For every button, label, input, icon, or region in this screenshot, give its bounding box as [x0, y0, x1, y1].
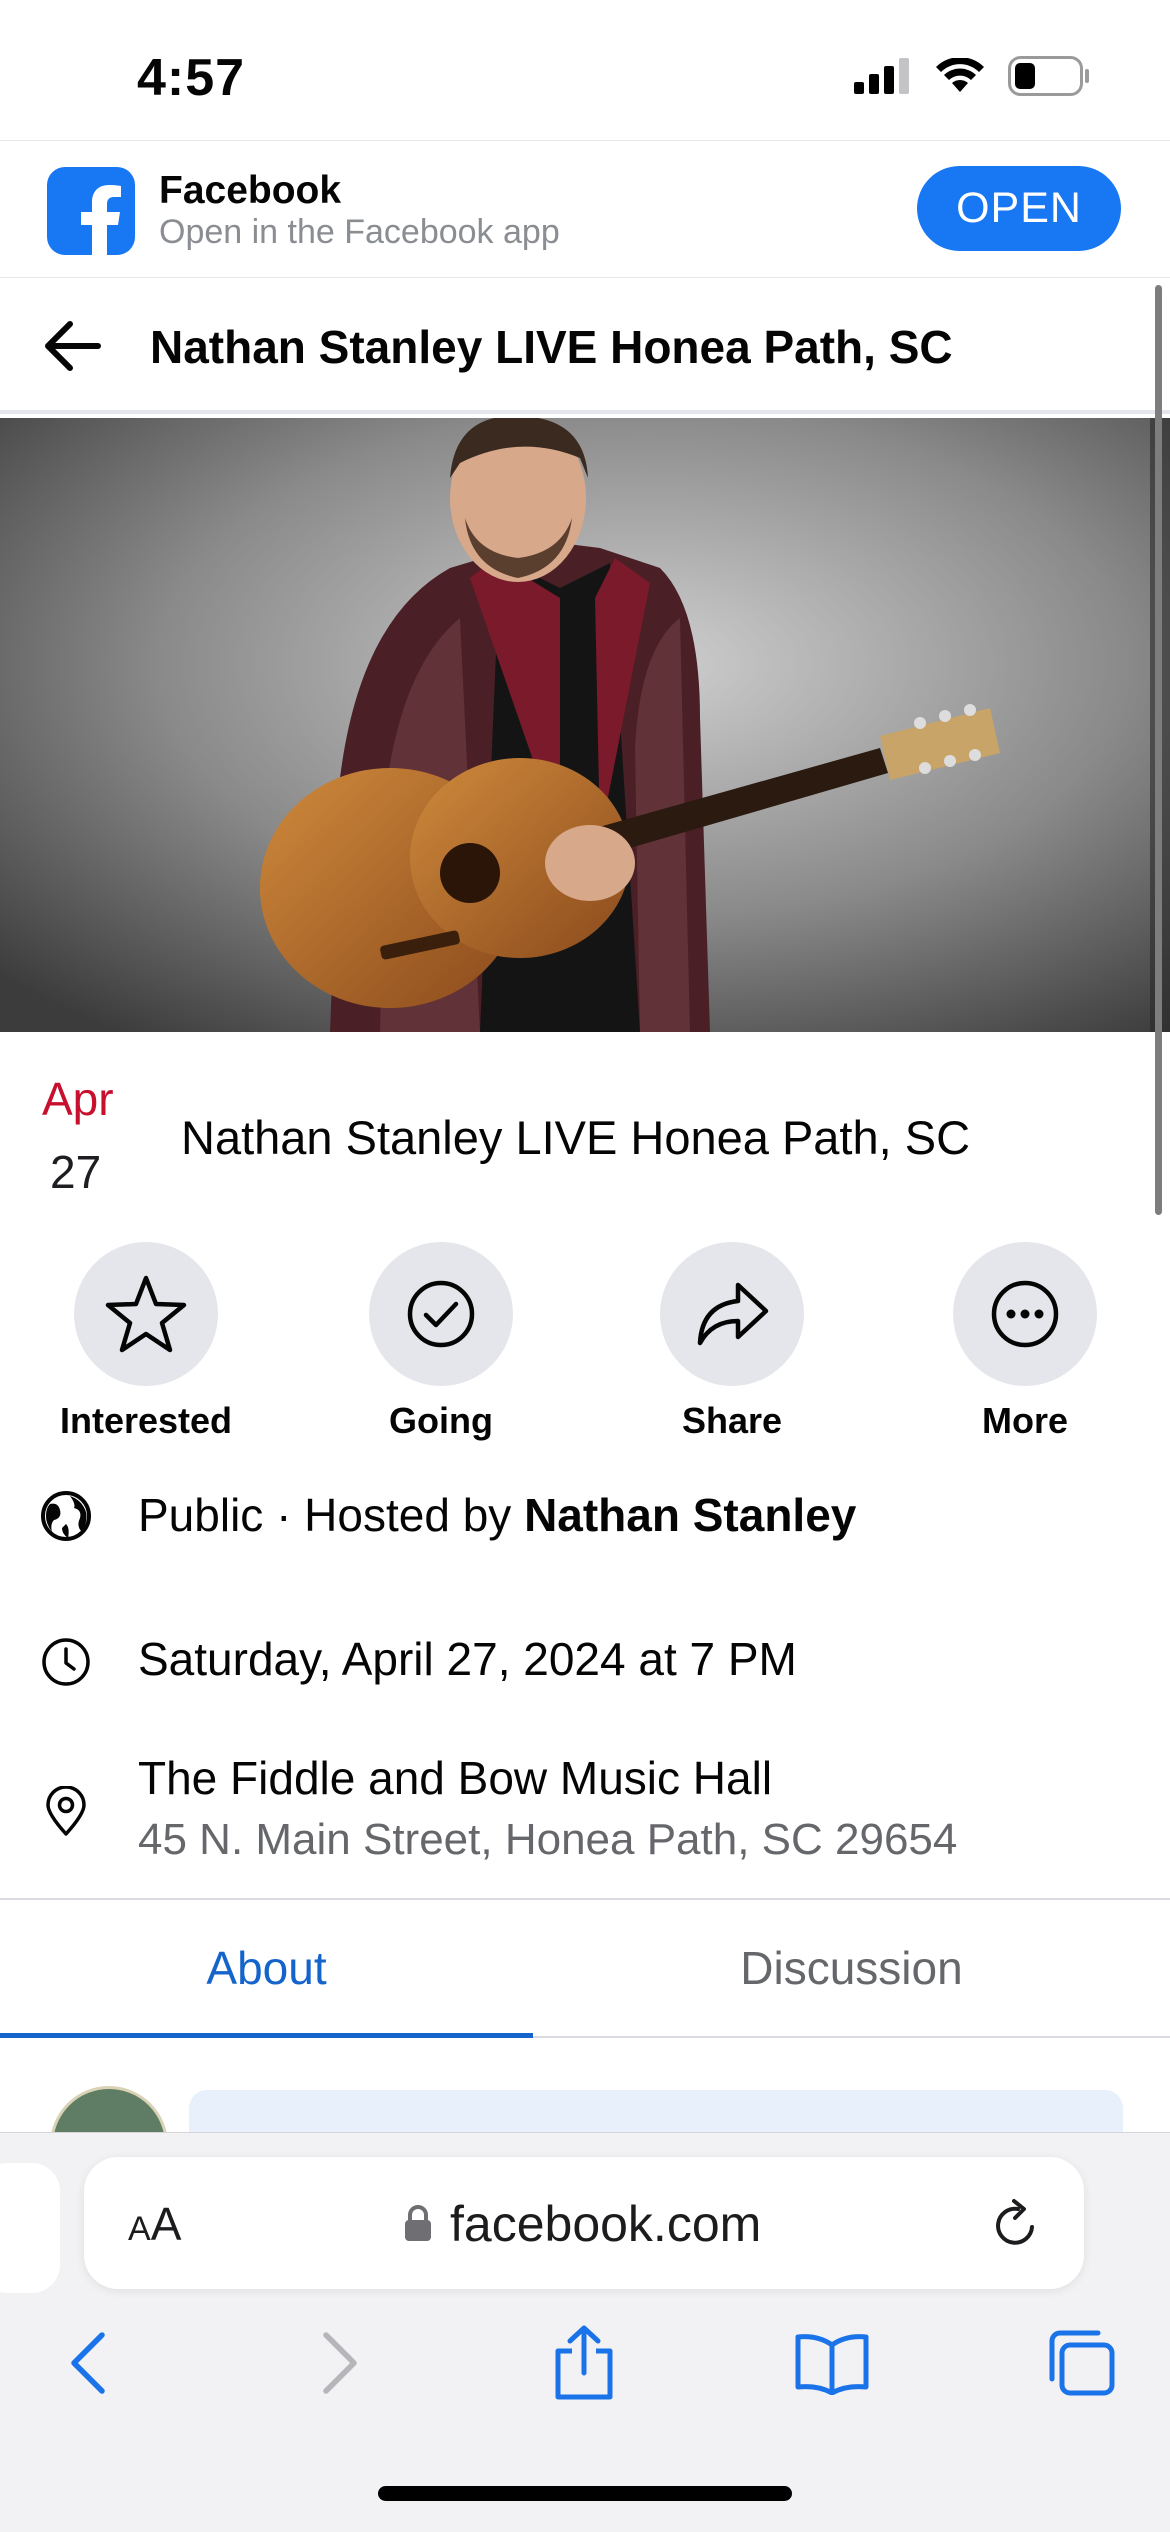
bookmarks-icon[interactable] — [792, 2323, 872, 2403]
page-header: Nathan Stanley LIVE Honea Path, SC — [0, 278, 1170, 414]
banner-subtitle: Open in the Facebook app — [159, 213, 560, 251]
event-date-month: Apr — [42, 1073, 114, 1125]
wifi-icon — [936, 58, 984, 92]
browser-toolbar: AA facebook.com — [0, 2132, 1170, 2532]
address-bar[interactable]: AA facebook.com — [84, 2157, 1084, 2289]
page-scrollbar[interactable] — [1155, 285, 1162, 1215]
share-sheet-icon[interactable] — [544, 2323, 624, 2403]
text-size-small-a: A — [128, 2210, 151, 2248]
tab-about[interactable]: About — [0, 1900, 533, 2036]
share-arrow-icon — [697, 1282, 769, 1346]
battery-icon — [1008, 56, 1089, 96]
event-datetime: Saturday, April 27, 2024 at 7 PM — [138, 1633, 797, 1685]
banner-app-name: Facebook — [159, 169, 342, 212]
cellular-signal-icon — [854, 58, 909, 94]
url-text[interactable]: facebook.com — [450, 2195, 761, 2253]
event-title: Nathan Stanley LIVE Honea Path, SC — [181, 1111, 971, 1164]
privacy-text: Public · Hosted by — [138, 1489, 525, 1541]
page-title: Nathan Stanley LIVE Honea Path, SC — [150, 321, 953, 373]
location-pin-icon — [46, 1786, 86, 1836]
previous-tab-preview[interactable] — [0, 2163, 60, 2293]
event-cover-photo[interactable] — [0, 418, 1170, 1032]
share-circle[interactable] — [660, 1242, 804, 1386]
status-icons — [854, 52, 1090, 100]
text-size-large-a: A — [150, 2198, 182, 2250]
status-time: 4:57 — [137, 49, 246, 107]
facebook-logo-icon — [47, 167, 135, 255]
going-circle[interactable] — [369, 1242, 513, 1386]
forward-nav-icon[interactable] — [300, 2323, 380, 2403]
home-indicator[interactable] — [378, 2486, 792, 2501]
event-date-day: 27 — [50, 1146, 102, 1198]
star-icon — [105, 1275, 187, 1353]
more-label: More — [981, 1400, 1068, 1441]
event-tabs: About Discussion — [0, 1898, 1170, 2038]
back-nav-icon[interactable] — [48, 2323, 128, 2403]
going-label: Going — [389, 1400, 493, 1441]
open-app-button[interactable]: OPEN — [917, 166, 1121, 251]
more-button[interactable]: More — [925, 1242, 1125, 1442]
share-button[interactable]: Share — [632, 1242, 832, 1442]
globe-icon — [41, 1491, 91, 1541]
tab-discussion[interactable]: Discussion — [585, 1900, 1118, 2036]
going-button[interactable]: Going — [341, 1242, 541, 1442]
venue-address[interactable]: 45 N. Main Street, Honea Path, SC 29654 — [138, 1815, 957, 1865]
text-size-button[interactable]: AA — [128, 2197, 181, 2251]
interested-label: Interested — [59, 1400, 233, 1441]
active-tab-indicator — [0, 2033, 533, 2038]
clock-icon — [42, 1638, 90, 1686]
lock-icon — [405, 2205, 431, 2241]
tabs-overview-icon[interactable] — [1040, 2323, 1120, 2403]
reload-icon[interactable] — [988, 2197, 1044, 2253]
host-name-link[interactable]: Nathan Stanley — [524, 1489, 856, 1541]
status-bar: 4:57 — [0, 0, 1170, 140]
venue-name[interactable]: The Fiddle and Bow Music Hall — [138, 1751, 772, 1805]
share-label: Share — [681, 1400, 783, 1441]
more-circle[interactable] — [953, 1242, 1097, 1386]
interested-circle[interactable] — [74, 1242, 218, 1386]
privacy-host-line: Public · Hosted by Nathan Stanley — [138, 1488, 856, 1542]
interested-button[interactable]: Interested — [46, 1242, 246, 1442]
check-circle-icon — [407, 1280, 475, 1348]
more-dots-icon — [991, 1280, 1059, 1348]
back-arrow-icon[interactable] — [42, 318, 102, 374]
app-install-banner: Facebook Open in the Facebook app OPEN — [0, 140, 1170, 278]
